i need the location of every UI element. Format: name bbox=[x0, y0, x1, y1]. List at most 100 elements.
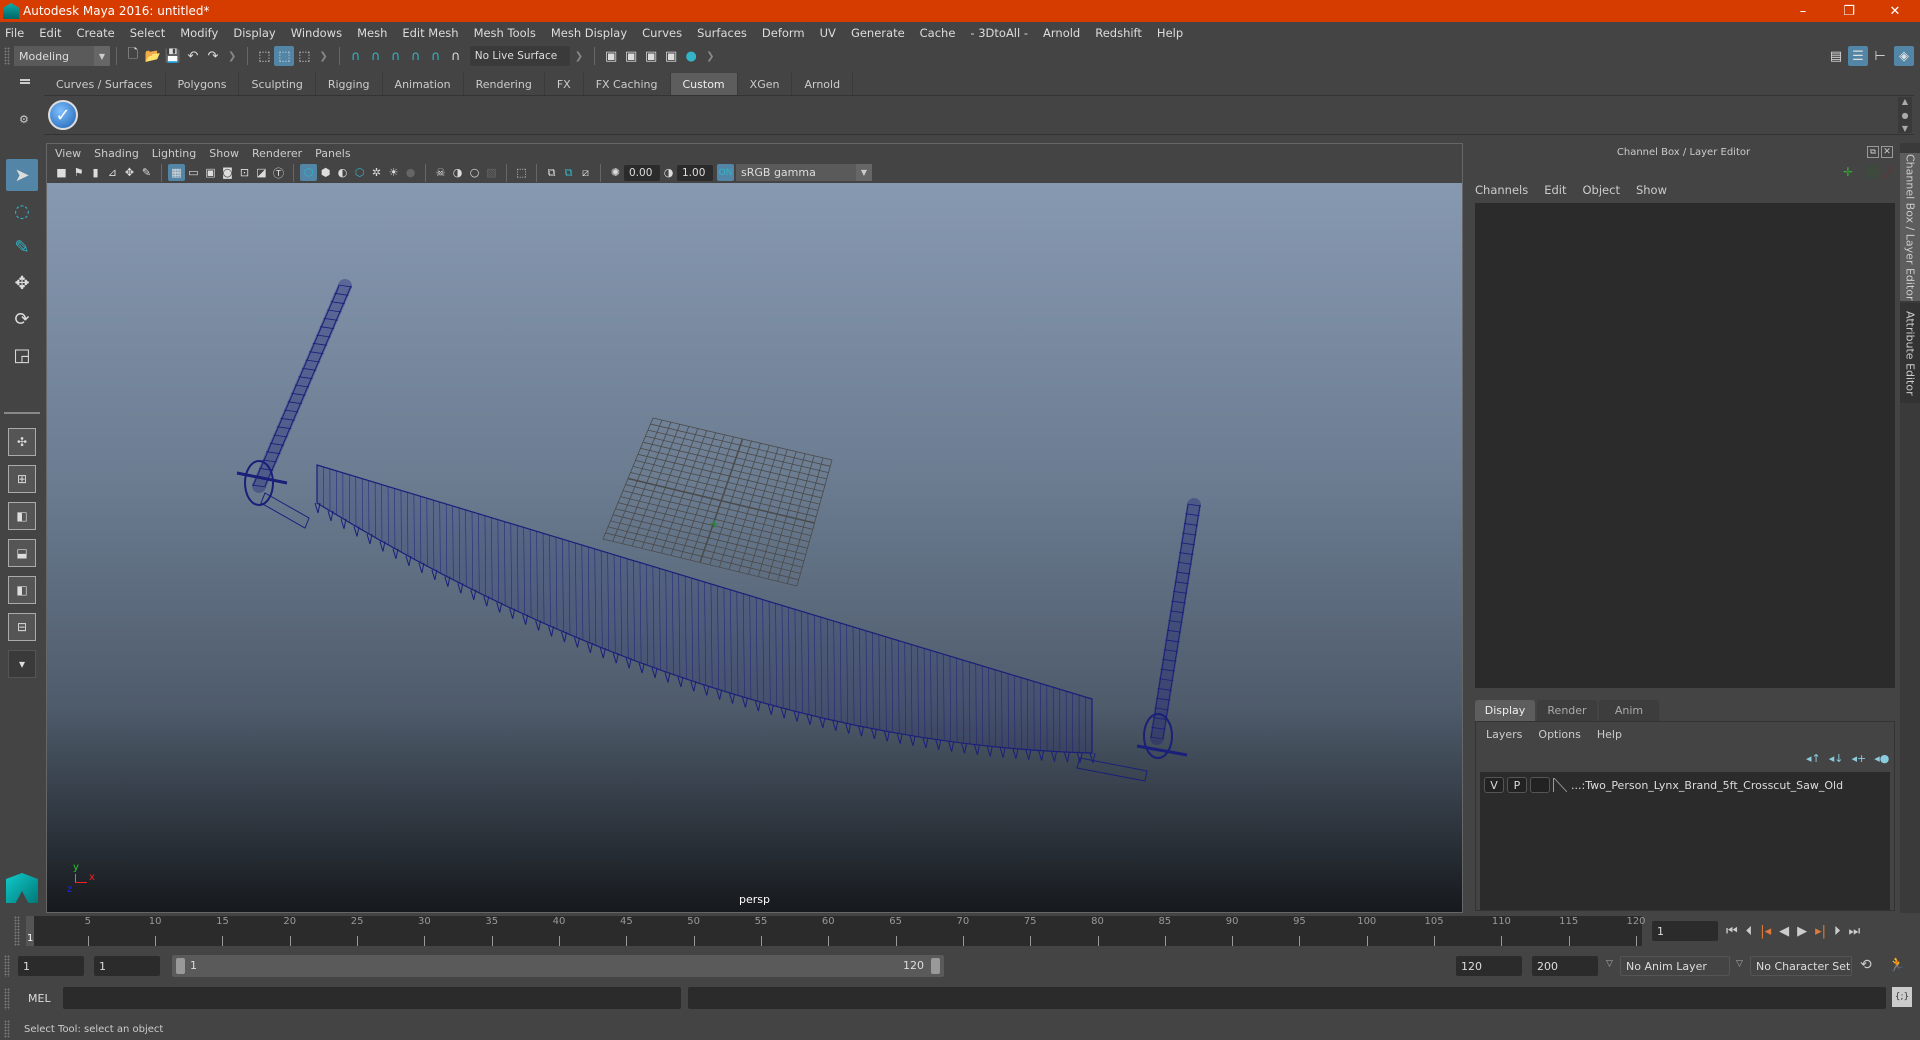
go-to-start-icon[interactable]: ⏮ bbox=[1726, 924, 1738, 939]
snap-curve-icon[interactable]: ∩ bbox=[366, 46, 386, 66]
minimize-button[interactable]: – bbox=[1780, 0, 1826, 22]
play-backwards-icon[interactable]: ◀ bbox=[1779, 924, 1789, 939]
color-management-toggle-icon[interactable]: ON bbox=[717, 164, 734, 181]
layer-row[interactable]: V P ...:Two_Person_Lynx_Brand_5ft_Crossc… bbox=[1484, 776, 1843, 794]
field-chart-icon[interactable]: ⊡ bbox=[236, 164, 253, 181]
shelf-tab-sculpting[interactable]: Sculpting bbox=[239, 73, 316, 95]
use-all-lights-icon[interactable]: ✲ bbox=[368, 164, 385, 181]
channel-menu-object[interactable]: Object bbox=[1583, 183, 1620, 197]
layer-tab-anim[interactable]: Anim bbox=[1599, 700, 1659, 721]
grip-handle[interactable] bbox=[4, 47, 10, 65]
layer-menu-options[interactable]: Options bbox=[1538, 728, 1580, 741]
undo-icon[interactable]: ↶ bbox=[183, 46, 203, 66]
anim-layer-dropdown[interactable]: No Anim Layer bbox=[1620, 956, 1730, 976]
menu-cache[interactable]: Cache bbox=[920, 26, 956, 40]
animation-end-field[interactable]: 200 bbox=[1532, 956, 1598, 976]
menu-arnold[interactable]: Arnold bbox=[1043, 26, 1080, 40]
layer-display-type-toggle[interactable] bbox=[1530, 777, 1550, 793]
layer-menu-help[interactable]: Help bbox=[1597, 728, 1622, 741]
custom-check-shelf-button[interactable]: ✓ bbox=[48, 100, 78, 130]
collapse-arrow-icon[interactable]: ❯ bbox=[228, 51, 236, 62]
anti-aliasing-icon[interactable]: ⧄ bbox=[577, 164, 594, 181]
menu-edit[interactable]: Edit bbox=[39, 26, 61, 40]
bookmark-icon[interactable]: ▮ bbox=[87, 164, 104, 181]
character-set-dropdown[interactable]: No Character Set bbox=[1750, 956, 1852, 976]
persp-graph-layout-icon[interactable]: ⬓ bbox=[8, 539, 36, 567]
channel-list[interactable] bbox=[1475, 203, 1895, 688]
menu-select[interactable]: Select bbox=[130, 26, 165, 40]
image-plane-icon[interactable]: ⊿ bbox=[104, 164, 121, 181]
viewport-menu-panels[interactable]: Panels bbox=[315, 147, 350, 160]
manipulator-axis-icon[interactable]: ✛ bbox=[1843, 165, 1853, 179]
timeline-grip[interactable] bbox=[14, 916, 20, 946]
layer-tab-display[interactable]: Display bbox=[1475, 700, 1535, 721]
grid-icon[interactable]: ▦ bbox=[168, 164, 185, 181]
select-hierarchy-icon[interactable]: ⬚ bbox=[254, 46, 274, 66]
gamma-field[interactable]: 1.00 bbox=[677, 164, 713, 181]
range-slider[interactable]: 1 120 bbox=[172, 955, 944, 977]
shelf-tab-xgen[interactable]: XGen bbox=[738, 73, 793, 95]
go-to-end-icon[interactable]: ⏭ bbox=[1849, 924, 1861, 939]
menu-uv[interactable]: UV bbox=[820, 26, 836, 40]
xray-joints-icon[interactable]: ◑ bbox=[449, 164, 466, 181]
tab-attribute-editor[interactable]: Attribute Editor bbox=[1900, 303, 1920, 403]
safe-title-icon[interactable]: Ⓣ bbox=[270, 164, 287, 181]
shadows-icon[interactable]: ● bbox=[402, 164, 419, 181]
persp-outliner-layout-icon[interactable]: ◧ bbox=[8, 502, 36, 530]
new-empty-layer-icon[interactable]: ◂+ bbox=[1852, 752, 1867, 765]
menu-set-dropdown[interactable]: Modeling ▼ bbox=[14, 46, 110, 66]
film-gate-icon[interactable]: ▭ bbox=[185, 164, 202, 181]
shelf-tab-rigging[interactable]: Rigging bbox=[316, 73, 383, 95]
smooth-shade-icon[interactable]: ⬢ bbox=[317, 164, 334, 181]
paint-select-tool-icon[interactable]: ✎ bbox=[6, 231, 38, 263]
select-camera-icon[interactable]: ■ bbox=[53, 164, 70, 181]
layer-tab-render[interactable]: Render bbox=[1537, 700, 1597, 721]
hypershade-icon[interactable]: ● bbox=[681, 46, 701, 66]
shelf-tab-fx[interactable]: FX bbox=[545, 73, 584, 95]
2d-pan-zoom-icon[interactable]: ✥ bbox=[121, 164, 138, 181]
animation-start-field[interactable]: 1 bbox=[18, 956, 84, 976]
speed-icon[interactable]: ╱ bbox=[1885, 165, 1892, 179]
restore-button[interactable]: ❐ bbox=[1826, 0, 1872, 22]
menu-display[interactable]: Display bbox=[233, 26, 275, 40]
menu-curves[interactable]: Curves bbox=[642, 26, 682, 40]
menu-windows[interactable]: Windows bbox=[291, 26, 342, 40]
channel-menu-show[interactable]: Show bbox=[1636, 183, 1667, 197]
wireframe-icon[interactable]: ⬡ bbox=[300, 164, 317, 181]
channel-menu-channels[interactable]: Channels bbox=[1475, 183, 1528, 197]
menu-create[interactable]: Create bbox=[77, 26, 115, 40]
snap-point-icon[interactable]: ∩ bbox=[386, 46, 406, 66]
shelf-tab-fx-caching[interactable]: FX Caching bbox=[584, 73, 671, 95]
anim-keyframe-icon[interactable] bbox=[1865, 165, 1879, 179]
tab-channel-box-layer-editor[interactable]: Channel Box / Layer Editor bbox=[1900, 153, 1920, 301]
play-forwards-icon[interactable]: ▶ bbox=[1797, 924, 1807, 939]
shelf-tab-custom[interactable]: Custom bbox=[670, 73, 738, 95]
shelf-tab-animation[interactable]: Animation bbox=[383, 73, 464, 95]
menu-mesh[interactable]: Mesh bbox=[357, 26, 387, 40]
grip-handle[interactable] bbox=[4, 1020, 10, 1038]
float-panel-icon[interactable]: ⧉ bbox=[1867, 146, 1879, 158]
wireframe-on-shaded-icon[interactable]: ◐ bbox=[334, 164, 351, 181]
menu-surfaces[interactable]: Surfaces bbox=[697, 26, 747, 40]
grip-handle[interactable] bbox=[4, 955, 10, 977]
resolution-gate-icon[interactable]: ▣ bbox=[202, 164, 219, 181]
menu-3dtoall[interactable]: - 3DtoAll - bbox=[970, 26, 1028, 40]
select-tool-icon[interactable]: ➤ bbox=[6, 159, 38, 191]
isolate-select-icon[interactable]: ⬚ bbox=[513, 164, 530, 181]
menu-edit-mesh[interactable]: Edit Mesh bbox=[402, 26, 458, 40]
viewport-menu-view[interactable]: View bbox=[55, 147, 81, 160]
auto-key-icon[interactable]: ⟲ bbox=[1860, 957, 1872, 973]
command-language-label[interactable]: MEL bbox=[28, 992, 51, 1005]
current-frame-marker[interactable]: 1 bbox=[26, 916, 34, 946]
viewport-menu-shading[interactable]: Shading bbox=[94, 147, 139, 160]
make-live-icon[interactable]: ∩ bbox=[446, 46, 466, 66]
gate-mask-icon[interactable]: ◙ bbox=[219, 164, 236, 181]
move-layer-up-icon[interactable]: ◂↑ bbox=[1806, 752, 1821, 765]
ssao-icon[interactable]: ⧉ bbox=[543, 164, 560, 181]
camera-attributes-icon[interactable]: ⚑ bbox=[70, 164, 87, 181]
lasso-tool-icon[interactable]: ◌ bbox=[6, 195, 38, 227]
collapse-arrow-icon[interactable]: ❯ bbox=[319, 51, 327, 62]
rotate-tool-icon[interactable]: ⟳ bbox=[6, 303, 38, 335]
select-component-icon[interactable]: ⬚ bbox=[294, 46, 314, 66]
layer-playback-toggle[interactable]: P bbox=[1507, 777, 1527, 793]
